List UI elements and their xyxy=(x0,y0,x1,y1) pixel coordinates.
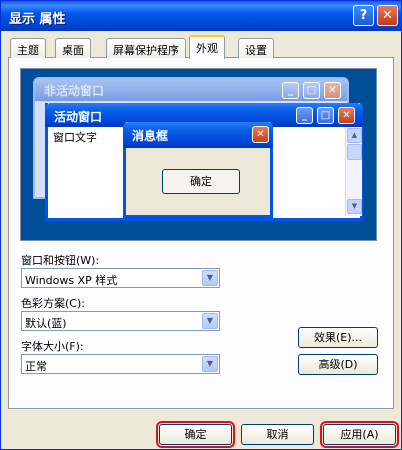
ok-button[interactable]: 确定 xyxy=(156,421,235,448)
color-scheme-select[interactable]: 默认(蓝) ▼ xyxy=(21,311,220,331)
maximize-icon: □ xyxy=(317,107,334,124)
close-icon[interactable]: ✕ xyxy=(377,5,398,26)
title-bar[interactable]: 显示 属性 ? ✕ xyxy=(1,1,401,31)
display-properties-window: 显示 属性 ? ✕ 主题 桌面 屏幕保护程序 外观 设置 非活动窗口 _ □ ✕… xyxy=(0,0,402,450)
tab-themes[interactable]: 主题 xyxy=(10,38,46,58)
scroll-thumb xyxy=(347,144,362,160)
advanced-button[interactable]: 高级(D) xyxy=(298,354,378,375)
minimize-icon: _ xyxy=(282,82,299,99)
scroll-up-icon: ▲ xyxy=(347,128,362,143)
font-size-label: 字体大小(F): xyxy=(21,340,84,353)
scroll-down-icon: ▼ xyxy=(347,199,362,214)
effects-button[interactable]: 效果(E)... xyxy=(298,327,378,348)
message-box-ok-button: 确定 xyxy=(162,169,240,194)
window-title: 显示 属性 xyxy=(9,12,66,27)
dropdown-arrow-icon[interactable]: ▼ xyxy=(202,313,218,329)
help-icon[interactable]: ? xyxy=(353,5,374,26)
tab-appearance[interactable]: 外观 xyxy=(189,35,225,59)
windows-buttons-label: 窗口和按钮(W): xyxy=(21,254,100,267)
windows-buttons-select[interactable]: Windows XP 样式 ▼ xyxy=(21,268,220,288)
font-size-select[interactable]: 正常 ▼ xyxy=(21,354,220,374)
color-scheme-value: 默认(蓝) xyxy=(25,317,67,330)
inactive-window-title: 非活动窗口 xyxy=(35,79,347,101)
window-text-sample: 窗口文字 xyxy=(53,131,97,144)
close-icon: ✕ xyxy=(324,82,341,99)
close-icon: ✕ xyxy=(252,126,269,143)
preview-scrollbar: ▲ ▼ xyxy=(345,127,362,216)
cancel-button[interactable]: 取消 xyxy=(241,424,314,445)
windows-buttons-value: Windows XP 样式 xyxy=(25,274,118,287)
color-scheme-label: 色彩方案(C): xyxy=(21,297,85,310)
close-icon: ✕ xyxy=(338,107,355,124)
tab-desktop[interactable]: 桌面 xyxy=(55,38,91,58)
tab-screensaver[interactable]: 屏幕保护程序 xyxy=(106,38,186,58)
message-box-title: 消息框 xyxy=(123,122,273,148)
apply-button[interactable]: 应用(A) xyxy=(320,421,399,448)
maximize-icon: □ xyxy=(303,82,320,99)
preview-message-box: 消息框 ✕ 确定 xyxy=(123,122,273,218)
font-size-value: 正常 xyxy=(25,360,47,373)
dropdown-arrow-icon[interactable]: ▼ xyxy=(202,356,218,372)
tab-settings[interactable]: 设置 xyxy=(238,38,274,58)
minimize-icon: _ xyxy=(296,107,313,124)
dropdown-arrow-icon[interactable]: ▼ xyxy=(202,270,218,286)
